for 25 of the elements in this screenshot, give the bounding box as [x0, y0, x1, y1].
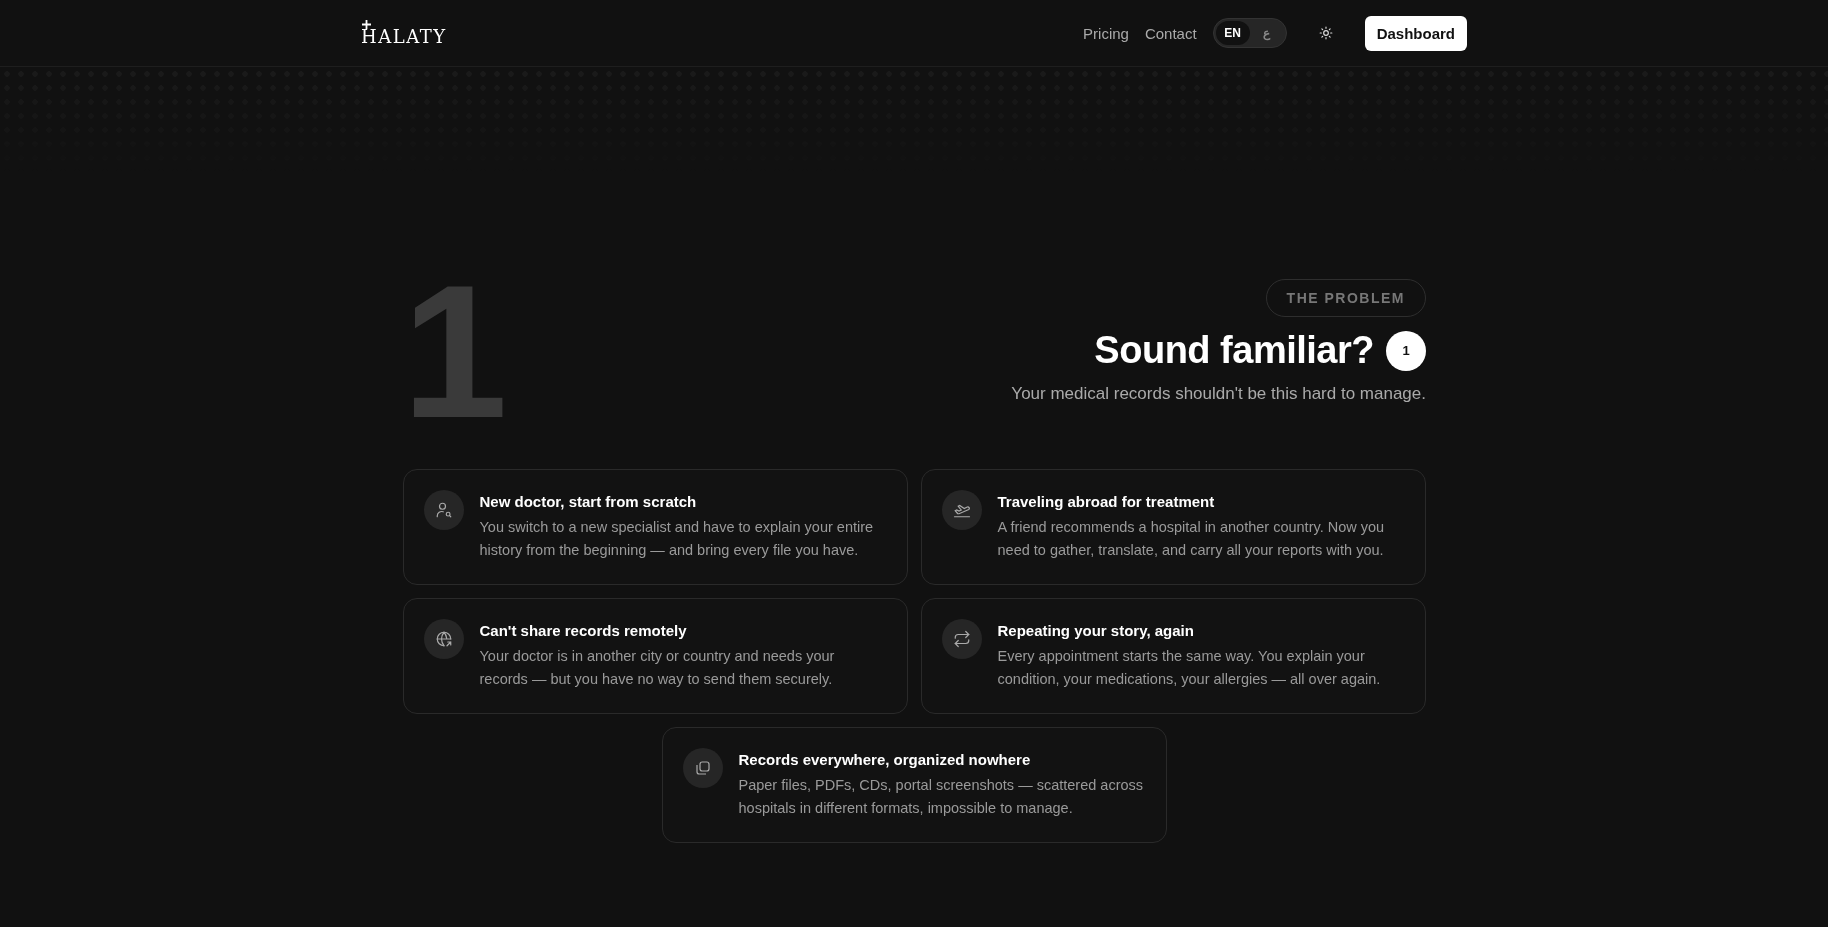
card-title: Traveling abroad for treatment	[997, 492, 1216, 510]
logo[interactable]: HALATY	[361, 19, 447, 47]
nav-link[interactable]: Pricing	[1083, 24, 1129, 42]
sun-icon[interactable]	[1318, 26, 1333, 40]
count-badge: 1	[1386, 330, 1426, 371]
card-title: New doctor, start from scratch	[479, 492, 698, 510]
dashboard-button[interactable]: Dashboard	[1364, 15, 1467, 51]
card-description: Paper files, PDFs, CDs, portal screenshots — scattered across hospitals in different formats, impossible to manage.	[738, 775, 1145, 818]
copy-icon	[693, 758, 712, 777]
card-title: Repeating your story, again	[997, 621, 1195, 639]
repeat-icon	[952, 629, 971, 648]
card-description: A friend recommends a hospital in another country. Now you need to gather, translate, and carry all your reports with you.	[997, 517, 1386, 560]
language-option[interactable]: EN	[1215, 21, 1250, 45]
section-title: Sound familiar?	[1094, 329, 1374, 372]
nav-link[interactable]: Contact	[1144, 24, 1197, 42]
cross-icon	[362, 19, 371, 29]
card-title: Can't share records remotely	[479, 621, 688, 639]
globe-icon	[434, 629, 453, 648]
language-option[interactable]: ع	[1249, 21, 1284, 45]
card-description: Every appointment starts the same way. You explain your condition, your medications, your allergies — all over again.	[997, 646, 1382, 689]
card-description: You switch to a new specialist and have to explain your entire history from the beginning — and bring every file you have.	[479, 517, 875, 560]
card-description: Your doctor is in another city or country and needs your records — but you have no way to send them securely.	[479, 646, 836, 689]
card-title: Records everywhere, organized nowhere	[738, 750, 1032, 768]
section-subtitle: Your medical records shouldn't be this hard to manage.	[1011, 384, 1426, 404]
user-search-icon	[434, 500, 453, 519]
